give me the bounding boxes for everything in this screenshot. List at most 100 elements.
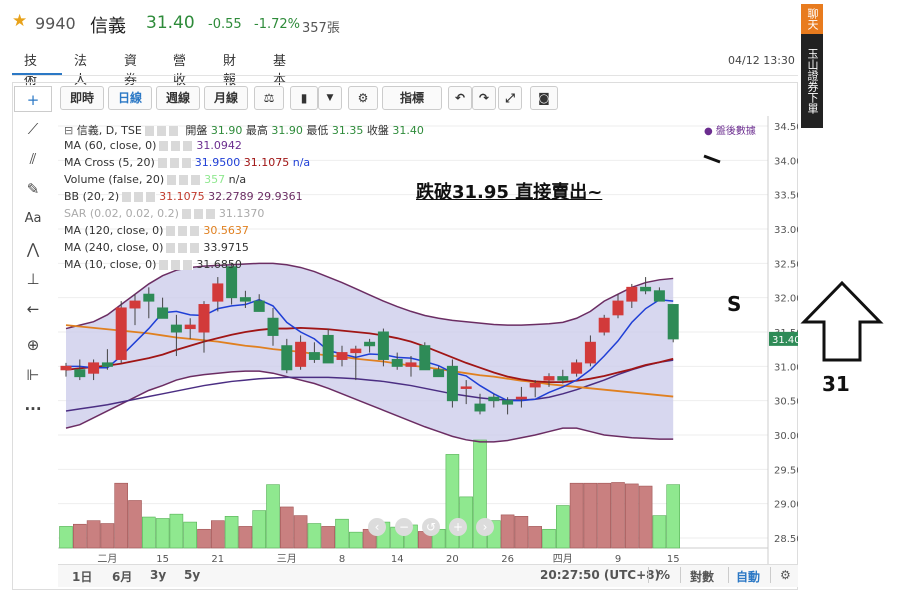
price-change: -0.55 [208, 17, 242, 32]
scroll-right-icon[interactable]: › [476, 518, 494, 536]
crosshair-icon[interactable]: + [14, 86, 52, 112]
ruler-icon[interactable]: ⊩ [14, 362, 52, 388]
legend-main: ⊟ 信義, D, TSE 開盤 31.90 最高 31.90 最低 31.35 … [64, 122, 424, 138]
reset-icon[interactable]: ↺ [422, 518, 440, 536]
text-tool-icon[interactable]: Aa [14, 206, 52, 232]
candle-body [474, 403, 486, 412]
legend-actions[interactable] [144, 126, 179, 136]
time-tick-label: 20 [446, 554, 459, 564]
volume-bar [266, 484, 280, 549]
stock-code: 9940 [35, 14, 76, 33]
annotation-stroke [703, 154, 721, 164]
fullscreen-icon[interactable]: ⤢ [498, 86, 522, 110]
volume-bar [183, 521, 197, 549]
volume-bar [238, 526, 253, 549]
price-tick-label: 34.50 [774, 122, 798, 133]
volume-bar [542, 528, 556, 549]
candle-type-icon[interactable]: ▮ [290, 86, 318, 110]
last-price-label: 31.40 [772, 335, 798, 346]
zoom-out-icon[interactable]: − [395, 518, 413, 536]
open-label: 開盤 [185, 124, 208, 137]
trend-line-icon[interactable]: ⟋ [14, 116, 52, 142]
candle-body [571, 362, 583, 374]
candle-body [391, 358, 403, 367]
volume-bar [73, 523, 87, 549]
legend-ma240: MA (240, close, 0) 33.9715 [64, 241, 249, 254]
price-tick-label: 32.50 [774, 259, 798, 270]
arrow-left-icon[interactable]: ← [14, 296, 52, 322]
volume-bar [86, 520, 101, 549]
price-tick-label: 29.50 [774, 465, 798, 476]
candle-body [198, 304, 210, 333]
high-value: 31.90 [271, 124, 303, 137]
collapse-icon[interactable]: ⊟ [64, 124, 77, 137]
broker-order-button[interactable]: 玉山證券下單 [801, 34, 823, 128]
volume-bar [211, 520, 225, 549]
range-bar: 1日 6月 3y 5y 20:27:50 (UTC+8) % 對數 自動 ⚙ [58, 564, 798, 587]
close-label: 收盤 [366, 124, 389, 137]
close-value: 31.40 [392, 124, 424, 137]
fork-icon[interactable]: ⫽ [14, 146, 52, 172]
time-tick-label: 二月 [97, 553, 117, 564]
price-tick-label: 28.50 [774, 534, 798, 545]
candle-body [115, 307, 127, 360]
legend-ma60: MA (60, close, 0) 31.0942 [64, 139, 242, 152]
candle-body [212, 283, 224, 302]
compare-icon[interactable]: ⚖ [254, 86, 284, 110]
weekly-button[interactable]: 週線 [156, 86, 200, 110]
candle-body [584, 341, 596, 364]
measure-icon[interactable]: ⊥ [14, 266, 52, 292]
volume-bar [555, 505, 570, 549]
scroll-left-icon[interactable]: ‹ [368, 518, 386, 536]
redo-icon[interactable]: ↷ [472, 86, 496, 110]
candle-body [157, 307, 169, 319]
camera-icon[interactable]: ◙ [530, 86, 558, 110]
pattern-icon[interactable]: ⋀ [14, 236, 52, 262]
high-label: 最高 [245, 124, 268, 137]
range-6m[interactable]: 6月 [112, 568, 132, 585]
percent-toggle[interactable]: % [658, 568, 670, 582]
candle-body [502, 400, 514, 405]
volume-bar [100, 523, 115, 549]
clock-time: 20:27:50 (UTC+8) [540, 568, 660, 582]
favorite-star-icon[interactable]: ★ [12, 11, 27, 31]
tab-divider [12, 75, 798, 76]
candle-body [515, 396, 527, 400]
indicators-button[interactable]: 指標 [382, 86, 442, 110]
auto-toggle[interactable]: 自動 [736, 568, 760, 585]
log-toggle[interactable]: 對數 [690, 568, 714, 585]
volume-bar [293, 515, 308, 549]
low-label: 最低 [306, 124, 329, 137]
daily-button[interactable]: 日線 [108, 86, 152, 110]
zoom-in-icon[interactable]: + [449, 518, 467, 536]
legend-ma10: MA (10, close, 0) 31.6850 [64, 258, 242, 271]
zoom-icon[interactable]: ⊕ [14, 332, 52, 358]
price-tick-label: 31.00 [774, 362, 798, 373]
stock-name: 信義 [90, 16, 126, 37]
settings-icon[interactable]: ⚙ [780, 568, 791, 582]
settings-gear-icon[interactable]: ⚙ [348, 86, 378, 110]
candle-body [295, 341, 307, 367]
legend-ma120: MA (120, close, 0) 30.5637 [64, 224, 249, 237]
candle-body [101, 362, 113, 367]
legend-main-title: 信義, D, TSE [76, 124, 142, 137]
price-tick-label: 33.50 [774, 191, 798, 202]
more-icon[interactable]: ··· [14, 396, 52, 422]
candle-body [253, 300, 265, 312]
candle-body [543, 376, 555, 381]
chevron-down-icon[interactable]: ▼ [318, 86, 342, 110]
legend-sar: SAR (0.02, 0.02, 0.2) 31.1370 [64, 207, 265, 220]
range-3y[interactable]: 3y [150, 568, 166, 582]
volume-bar [197, 528, 211, 549]
chatroom-button[interactable]: 聊天室 [784, 4, 823, 34]
candle-body [267, 317, 279, 336]
brush-icon[interactable]: ✎ [14, 176, 52, 202]
realtime-button[interactable]: 即時 [60, 86, 104, 110]
range-5y[interactable]: 5y [184, 568, 200, 582]
volume-bar [155, 518, 170, 549]
undo-icon[interactable]: ↶ [448, 86, 472, 110]
side-widget: 聊天室 玉山證券下單 [784, 4, 823, 128]
monthly-button[interactable]: 月線 [204, 86, 248, 110]
low-value: 31.35 [331, 124, 364, 137]
range-1d[interactable]: 1日 [72, 568, 92, 585]
